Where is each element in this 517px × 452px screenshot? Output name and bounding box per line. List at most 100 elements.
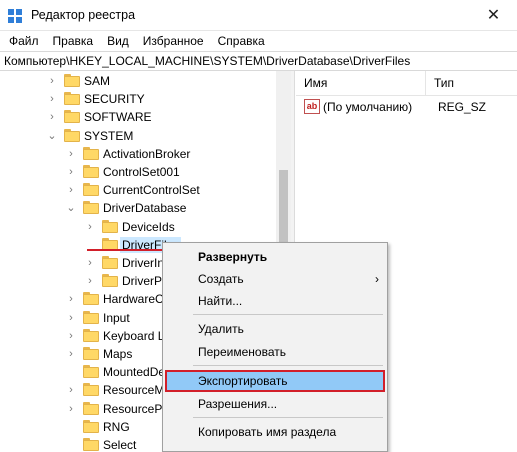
tree-item-driverdatabase[interactable]: ⌄ DriverDatabase xyxy=(0,199,290,217)
expand-chevron-icon[interactable]: › xyxy=(66,147,76,161)
tree-item-label: Maps xyxy=(103,347,133,361)
context-menu-item[interactable]: Копировать имя раздела xyxy=(165,421,385,443)
folder-icon xyxy=(83,201,99,215)
folder-icon xyxy=(83,328,99,342)
context-menu-item[interactable]: Переименовать xyxy=(165,341,385,363)
collapse-chevron-icon[interactable]: ⌄ xyxy=(47,129,57,143)
expand-chevron-icon xyxy=(66,438,76,452)
folder-icon xyxy=(83,365,99,379)
context-menu-item-label: Развернуть xyxy=(198,250,268,264)
context-menu-item-label: Копировать имя раздела xyxy=(198,425,337,439)
title-bar: Редактор реестра ✕ xyxy=(0,0,517,31)
tree-item-label: DriverDatabase xyxy=(103,201,187,216)
context-menu: Развернуть Создать › Найти... Удалить Переиме… xyxy=(162,242,388,452)
folder-icon xyxy=(83,438,99,451)
tree-item-label: MountedDe xyxy=(103,365,166,380)
folder-icon xyxy=(83,183,99,197)
expand-chevron-icon[interactable]: › xyxy=(47,74,57,88)
expand-chevron-icon[interactable]: › xyxy=(66,402,76,416)
context-menu-item-label: Найти... xyxy=(198,294,243,308)
tree-item-deviceids[interactable]: › DeviceIds xyxy=(0,218,290,236)
expand-chevron-icon[interactable]: › xyxy=(66,347,76,361)
folder-icon xyxy=(83,165,99,178)
menu-file[interactable]: Файл xyxy=(2,31,46,51)
folder-icon xyxy=(64,110,80,124)
context-menu-item-label: Разрешения... xyxy=(198,397,278,411)
expand-chevron-icon[interactable]: › xyxy=(66,329,76,343)
close-button[interactable]: ✕ xyxy=(470,0,517,30)
folder-icon xyxy=(102,274,118,288)
folder-icon xyxy=(83,419,99,433)
menu-edit[interactable]: Правка xyxy=(46,31,101,51)
context-menu-item[interactable]: Развернуть xyxy=(165,246,385,268)
tree-item-label: SOFTWARE xyxy=(84,110,152,125)
expand-chevron-icon[interactable]: › xyxy=(47,110,57,124)
column-header-name[interactable]: Имя xyxy=(296,71,426,95)
context-menu-item-label: Переименовать xyxy=(198,345,286,359)
context-menu-item[interactable]: Удалить xyxy=(165,318,385,340)
tree-item-label: ResourcePo xyxy=(103,401,170,416)
expand-chevron-icon[interactable]: › xyxy=(66,165,76,179)
close-icon: ✕ xyxy=(486,7,501,24)
context-menu-item-label: Создать xyxy=(198,272,244,286)
context-menu-item[interactable]: Найти... xyxy=(165,290,385,312)
collapse-chevron-icon[interactable]: ⌄ xyxy=(66,201,76,215)
expand-chevron-icon[interactable]: › xyxy=(47,92,57,106)
window-title: Редактор реестра xyxy=(31,8,136,22)
tree-item-system[interactable]: ⌄ SYSTEM xyxy=(0,127,290,145)
expand-chevron-icon xyxy=(66,420,76,434)
tree-item-software[interactable]: › SOFTWARE xyxy=(0,108,290,126)
tree-item-label: Keyboard L xyxy=(103,328,165,343)
tree-item-label: SAM xyxy=(84,74,111,88)
expand-chevron-icon[interactable]: › xyxy=(66,311,76,325)
tree-item-controlset001[interactable]: › ControlSet001 xyxy=(0,163,290,181)
menu-separator xyxy=(193,365,383,366)
context-menu-item-label: Экспортировать xyxy=(198,374,288,388)
registry-editor-app-icon xyxy=(8,9,22,23)
folder-icon xyxy=(83,292,99,306)
context-menu-item[interactable]: Экспортировать xyxy=(165,370,385,392)
value-type: REG_SZ xyxy=(438,100,487,114)
tree-item-sam[interactable]: › SAM xyxy=(0,72,290,90)
expand-chevron-icon[interactable]: › xyxy=(66,292,76,306)
tree-item-label: Input xyxy=(103,310,130,325)
folder-icon xyxy=(64,92,80,106)
folder-icon xyxy=(83,401,99,415)
tree-item-label: SECURITY xyxy=(84,92,145,107)
tree-item-label: DriverIn xyxy=(122,256,165,270)
menu-separator xyxy=(193,417,383,418)
context-menu-item[interactable]: Создать › xyxy=(165,268,385,290)
expand-chevron-icon[interactable]: › xyxy=(85,256,95,270)
tree-item-label: ResourceM xyxy=(103,383,165,398)
expand-chevron-icon[interactable]: › xyxy=(66,383,76,397)
header-divider xyxy=(296,95,517,96)
menu-favorites[interactable]: Избранное xyxy=(136,31,211,51)
value-row[interactable]: ab (По умолчанию) REG_SZ xyxy=(296,98,517,116)
tree-item-label: ControlSet001 xyxy=(103,165,180,179)
folder-icon xyxy=(102,219,118,233)
expand-chevron-icon[interactable]: › xyxy=(85,274,95,288)
folder-icon xyxy=(64,74,80,87)
value-name: (По умолчанию) xyxy=(323,100,413,114)
tree-item-activationbroker[interactable]: › ActivationBroker xyxy=(0,145,290,163)
context-menu-item[interactable]: Разрешения... xyxy=(165,393,385,415)
tree-item-security[interactable]: › SECURITY xyxy=(0,90,290,108)
string-value-icon: ab xyxy=(304,99,320,114)
menu-separator xyxy=(193,314,383,315)
folder-icon xyxy=(102,256,118,269)
column-header-type[interactable]: Тип xyxy=(426,71,517,95)
tree-item-label: DeviceIds xyxy=(122,219,175,234)
expand-chevron-icon[interactable]: › xyxy=(66,183,76,197)
menu-help[interactable]: Справка xyxy=(211,31,272,51)
address-bar[interactable]: Компьютер\HKEY_LOCAL_MACHINE\SYSTEM\Driv… xyxy=(0,51,517,71)
menu-bar: Файл Правка Вид Избранное Справка xyxy=(0,31,517,51)
tree-item-label: CurrentControlSet xyxy=(103,183,200,198)
folder-icon xyxy=(83,146,99,160)
expand-chevron-icon[interactable]: › xyxy=(85,220,95,234)
menu-view[interactable]: Вид xyxy=(100,31,136,51)
context-menu-item-label: Удалить xyxy=(198,322,244,336)
tree-item-label: ActivationBroker xyxy=(103,146,191,161)
tree-item-currentcontrolset[interactable]: › CurrentControlSet xyxy=(0,181,290,199)
folder-icon xyxy=(83,310,99,324)
tree-item-label: HardwareC xyxy=(103,292,164,307)
